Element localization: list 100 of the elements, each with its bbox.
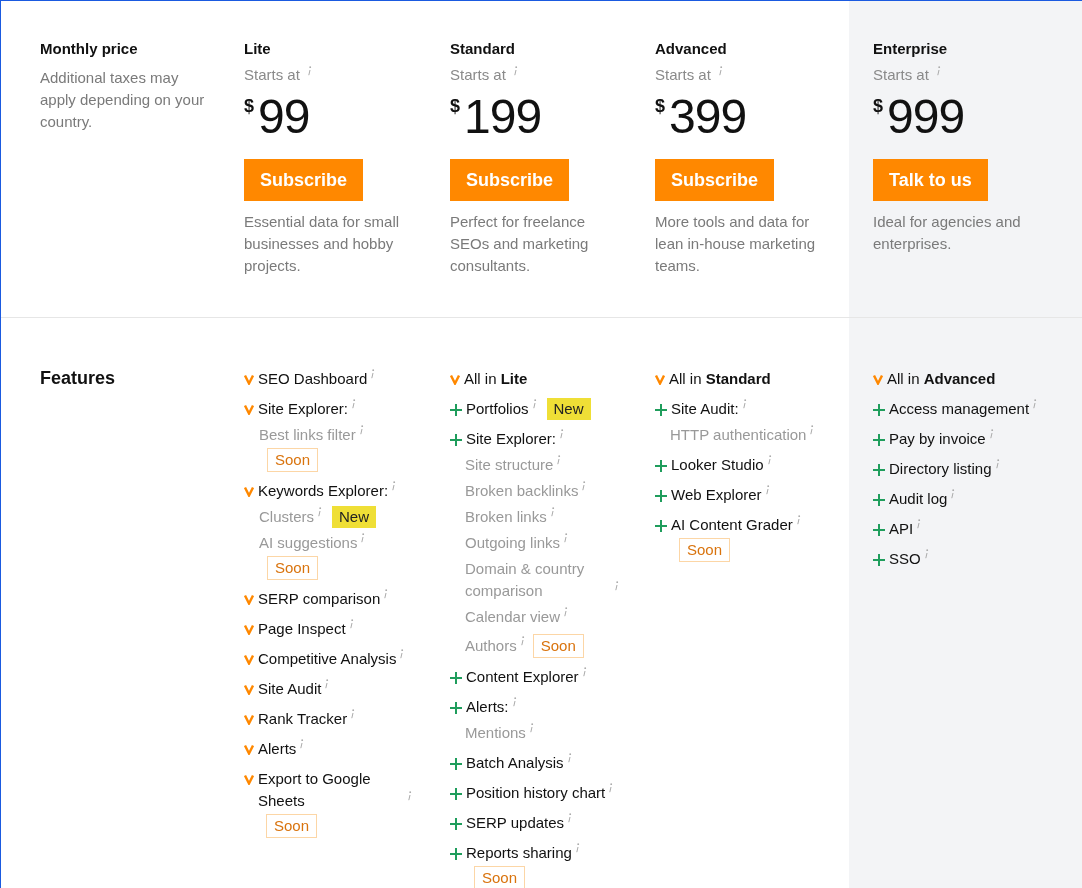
subscribe-button[interactable]: Subscribe [450,159,570,201]
plus-icon [655,460,667,472]
info-icon[interactable] [317,507,322,517]
info-icon[interactable] [574,843,580,853]
check-icon [873,374,883,385]
info-icon[interactable] [764,485,770,495]
info-icon[interactable] [614,581,619,591]
info-icon[interactable] [988,429,994,439]
feature-label: Pay by invoice [889,429,986,449]
feature-label: Mentions [465,723,526,743]
info-icon[interactable] [351,399,357,409]
info-icon[interactable] [916,519,922,529]
feature-label: Alerts: [466,697,509,717]
info-icon[interactable] [324,679,330,689]
check-icon [244,654,254,665]
section-title: Monthly price [40,39,139,59]
info-icon[interactable] [581,481,587,491]
feature-label: Site Audit [258,679,322,699]
check-icon [244,404,254,415]
info-icon[interactable] [994,459,1000,469]
info-icon[interactable] [531,399,537,409]
info-icon[interactable] [766,455,772,465]
info-icon[interactable] [407,791,412,801]
check-icon [450,374,460,385]
feature-label: SERP updates [466,813,565,833]
feature-label: Looker Studio [671,455,764,475]
info-icon[interactable] [299,739,305,749]
subscribe-button[interactable]: Subscribe [655,159,775,201]
plan-name: Advanced [655,39,728,59]
plus-icon [655,404,667,416]
info-icon[interactable] [391,481,397,491]
info-icon[interactable] [549,507,555,517]
info-icon[interactable] [581,667,587,677]
info-icon[interactable] [519,636,525,646]
currency-symbol: $ [873,97,883,115]
feature-label: Web Explorer [671,485,762,505]
feature-label: Access management [889,399,1030,419]
info-icon[interactable] [950,489,956,499]
currency-symbol: $ [244,97,254,115]
feature-label: Directory listing [889,459,992,479]
plus-icon [873,524,885,536]
feature-label: Outgoing links [465,533,561,553]
info-icon[interactable] [528,723,534,733]
info-icon[interactable] [563,607,569,617]
check-icon [244,594,254,605]
starts-at-label: Starts at [655,65,711,85]
check-icon [244,714,254,725]
plus-icon [655,490,667,502]
new-tag: New [332,506,377,528]
info-icon[interactable] [566,753,572,763]
plan-name: Lite [244,39,272,59]
info-icon[interactable] [809,425,815,435]
plus-icon [450,434,462,446]
info-icon[interactable] [358,425,364,435]
feature-label: Best links filter [259,425,356,445]
feature-label: Clusters [259,507,314,527]
subscribe-button[interactable]: Talk to us [873,159,988,201]
price-amount: 999 [887,89,965,145]
feature-label: All in Lite [464,369,528,389]
info-icon[interactable] [511,697,517,707]
tax-note: Additional taxes may apply depending on your country. [40,68,205,132]
check-icon [244,744,254,755]
feature-label: Broken links [465,507,547,527]
plan-description: Perfect for freelance SEOs and marketing consultants. [450,212,590,276]
feature-label: Domain & country comparison [465,559,586,601]
info-icon[interactable] [370,369,376,379]
soon-tag: Soon [267,448,319,472]
info-icon[interactable] [563,533,569,543]
currency-symbol: $ [655,97,665,115]
info-icon[interactable] [383,589,389,599]
info-icon[interactable] [923,549,929,559]
plus-icon [873,554,885,566]
info-icon[interactable] [350,709,356,719]
features-title: Features [40,367,117,390]
info-icon[interactable] [360,533,366,543]
info-icon[interactable] [559,429,565,439]
subscribe-button[interactable]: Subscribe [244,159,364,201]
info-icon[interactable] [567,813,573,823]
info-icon[interactable] [1032,399,1038,409]
info-icon[interactable] [306,66,312,76]
info-icon[interactable] [741,399,747,409]
plus-icon [873,404,885,416]
plus-icon [655,520,667,532]
info-icon[interactable] [935,66,941,76]
info-icon[interactable] [608,783,614,793]
info-icon[interactable] [556,455,562,465]
info-icon[interactable] [348,619,354,629]
plus-icon [450,848,462,860]
info-icon[interactable] [717,66,723,76]
plan-name: Enterprise [873,39,949,59]
plus-icon [873,434,885,446]
soon-tag: Soon [679,538,731,562]
feature-label: Reports sharing [466,843,572,863]
starts-at-label: Starts at [244,65,300,85]
feature-label: API [889,519,914,539]
info-icon[interactable] [399,649,405,659]
plus-icon [450,404,462,416]
info-icon[interactable] [512,66,518,76]
info-icon[interactable] [795,515,801,525]
soon-tag: Soon [266,814,318,838]
